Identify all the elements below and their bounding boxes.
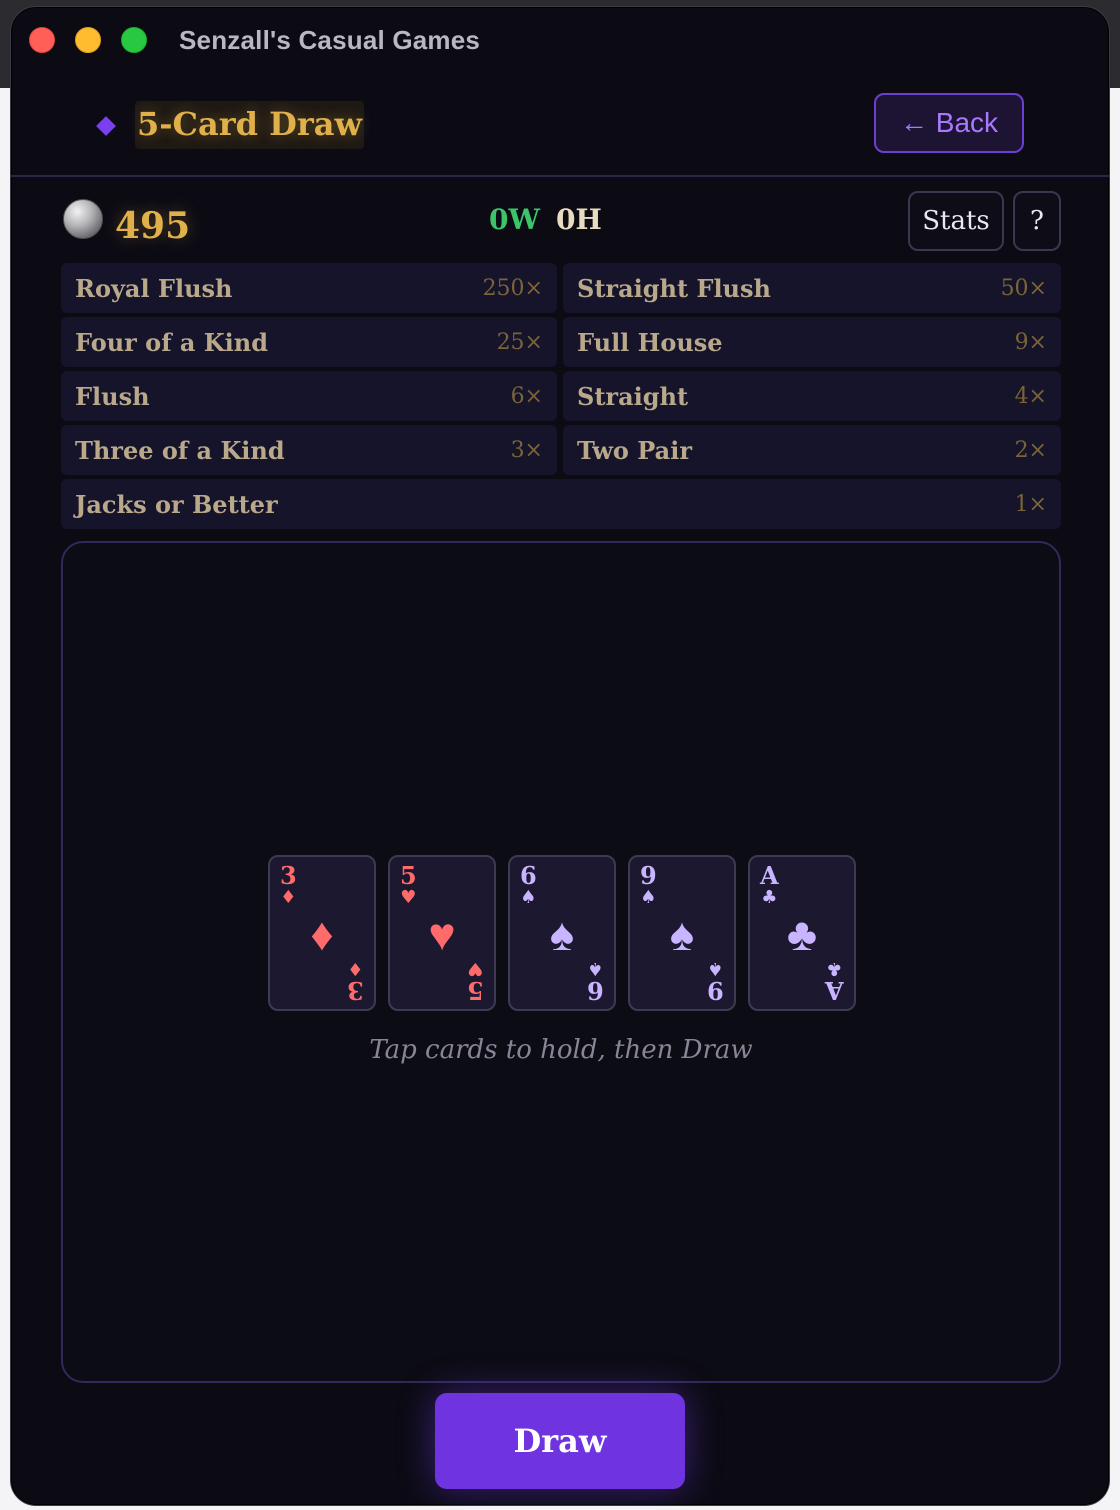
card-corner-top: 9 ♠ — [640, 864, 657, 909]
paytable-row: Straight Flush 50× — [563, 263, 1061, 313]
card-2[interactable]: 5 ♥ ♥ 5 ♥ — [388, 855, 496, 1011]
card-rank: 9 — [707, 976, 724, 1005]
payout-multiplier: 250× — [482, 275, 543, 301]
spade-suit-icon: ♠ — [707, 958, 724, 979]
app-window: Senzall's Casual Games 5-Card Draw ← Bac… — [10, 6, 1110, 1506]
hand-name: Straight — [577, 381, 689, 411]
card-corner-bottom: 9 ♠ — [707, 957, 724, 1005]
instruction-hint: Tap cards to hold, then Draw — [369, 1035, 753, 1065]
payout-multiplier: 2× — [1014, 437, 1047, 463]
score-display: 0W 0H — [489, 203, 602, 236]
spade-suit-icon: ♠ — [549, 908, 575, 960]
diamond-suit-icon: ♦ — [347, 958, 364, 979]
coin-icon — [63, 199, 103, 239]
hand-name: Full House — [577, 327, 723, 357]
card-rank: 9 — [640, 861, 657, 890]
page-title: 5-Card Draw — [135, 101, 365, 149]
card-corner-top: 5 ♥ — [400, 864, 417, 909]
card-corner-top: 6 ♠ — [520, 864, 537, 909]
card-1[interactable]: 3 ♦ ♦ 3 ♦ — [268, 855, 376, 1011]
card-4[interactable]: 9 ♠ ♠ 9 ♠ — [628, 855, 736, 1011]
card-rank: 5 — [400, 861, 417, 890]
paytable-row: Flush 6× — [61, 371, 557, 421]
back-button-label: ← Back — [899, 107, 999, 138]
paytable-row: Straight 4× — [563, 371, 1061, 421]
close-window-button[interactable] — [29, 27, 55, 53]
paytable-row: Jacks or Better 1× — [61, 479, 1061, 529]
payout-multiplier: 9× — [1014, 329, 1047, 355]
payout-multiplier: 3× — [510, 437, 543, 463]
heart-suit-icon: ♥ — [400, 887, 417, 908]
hand-name: Four of a Kind — [75, 327, 268, 357]
card-corner-top: 3 ♦ — [280, 864, 297, 909]
hand-name: Jacks or Better — [75, 489, 278, 519]
paytable-row: Three of a Kind 3× — [61, 425, 557, 475]
spade-suit-icon: ♠ — [669, 908, 695, 960]
window-title: Senzall's Casual Games — [179, 25, 481, 55]
card-rank: 3 — [347, 976, 364, 1005]
payout-multiplier: 25× — [496, 329, 543, 355]
card-rank: A — [825, 976, 844, 1005]
card-5[interactable]: A ♣ ♣ A ♣ — [748, 855, 856, 1011]
card-rank: A — [760, 861, 779, 890]
paytable-row: Two Pair 2× — [563, 425, 1061, 475]
card-3[interactable]: 6 ♠ ♠ 6 ♠ — [508, 855, 616, 1011]
card-corner-top: A ♣ — [760, 864, 779, 909]
stats-button[interactable]: Stats — [908, 191, 1004, 251]
spade-suit-icon: ♠ — [587, 958, 604, 979]
wins-count: 0W — [489, 203, 540, 236]
spade-suit-icon: ♠ — [640, 887, 657, 908]
minimize-window-button[interactable] — [75, 27, 101, 53]
hand-name: Two Pair — [577, 435, 692, 465]
club-suit-icon: ♣ — [826, 958, 843, 979]
card-rank: 6 — [587, 976, 604, 1005]
back-button[interactable]: ← Back — [874, 93, 1024, 153]
credit-balance: 495 — [115, 205, 191, 247]
paytable-row: Four of a Kind 25× — [61, 317, 557, 367]
zoom-window-button[interactable] — [121, 27, 147, 53]
card-rank: 5 — [467, 976, 484, 1005]
payout-multiplier: 4× — [1014, 383, 1047, 409]
hands-count: 0H — [555, 203, 602, 236]
hand-name: Three of a Kind — [75, 435, 285, 465]
card-rank: 3 — [280, 861, 297, 890]
hand-name: Flush — [75, 381, 150, 411]
card-corner-bottom: A ♣ — [825, 957, 844, 1005]
help-button[interactable]: ? — [1013, 191, 1061, 251]
card-corner-bottom: 5 ♥ — [467, 957, 484, 1005]
payout-multiplier: 1× — [1014, 491, 1047, 517]
card-corner-bottom: 6 ♠ — [587, 957, 604, 1005]
paytable-row: Royal Flush 250× — [61, 263, 557, 313]
heart-suit-icon: ♥ — [428, 908, 456, 960]
game-header: 5-Card Draw ← Back — [11, 71, 1109, 177]
paytable-row: Full House 9× — [563, 317, 1061, 367]
spade-suit-icon: ♠ — [520, 887, 537, 908]
card-rank: 6 — [520, 861, 537, 890]
hand-name: Royal Flush — [75, 273, 233, 303]
titlebar: Senzall's Casual Games — [11, 7, 1109, 71]
payout-multiplier: 6× — [510, 383, 543, 409]
diamond-suit-icon: ♦ — [310, 908, 334, 960]
diamond-suit-icon: ♦ — [280, 887, 297, 908]
heart-suit-icon: ♥ — [467, 958, 484, 979]
diamond-icon — [96, 116, 116, 136]
card-table: 3 ♦ ♦ 3 ♦ 5 ♥ ♥ 5 ♥ 6 ♠ ♠ 6 ♠ 9 ♠ ♠ 9 ♠ … — [61, 541, 1061, 1383]
club-suit-icon: ♣ — [786, 908, 818, 960]
hand-name: Straight Flush — [577, 273, 771, 303]
card-corner-bottom: 3 ♦ — [347, 957, 364, 1005]
payout-multiplier: 50× — [1000, 275, 1047, 301]
club-suit-icon: ♣ — [761, 887, 778, 908]
draw-button[interactable]: Draw — [435, 1393, 685, 1489]
